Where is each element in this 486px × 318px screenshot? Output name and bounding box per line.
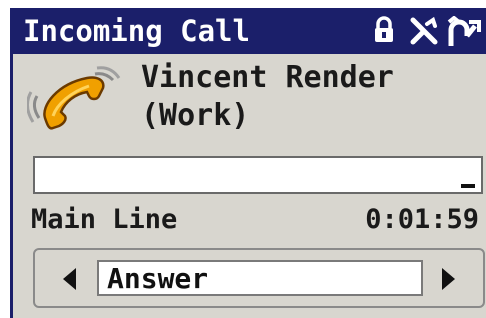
arrow-right-icon[interactable] xyxy=(433,264,463,294)
window-title: Incoming Call xyxy=(23,14,250,48)
incoming-call-screen: Incoming Call Vincent Render (Work) Main… xyxy=(10,8,486,318)
line-label: Main Line xyxy=(31,204,178,235)
lock-icon xyxy=(373,16,395,44)
action-selector: Answer xyxy=(33,248,485,308)
call-timer: 0:01:59 xyxy=(365,204,479,235)
answer-label: Answer xyxy=(107,262,209,295)
text-cursor xyxy=(461,184,475,188)
title-bar: Incoming Call xyxy=(13,8,486,54)
caller-type: (Work) xyxy=(141,98,250,133)
number-input-field[interactable] xyxy=(33,156,483,194)
ringing-phone-icon xyxy=(26,66,123,142)
caller-name: Vincent Render xyxy=(141,60,394,95)
call-forward-icon xyxy=(445,16,483,48)
answer-option[interactable]: Answer xyxy=(97,260,423,296)
caller-info: Vincent Render (Work) xyxy=(13,54,486,148)
arrow-left-icon[interactable] xyxy=(55,264,85,294)
signal-off-icon xyxy=(409,16,439,46)
